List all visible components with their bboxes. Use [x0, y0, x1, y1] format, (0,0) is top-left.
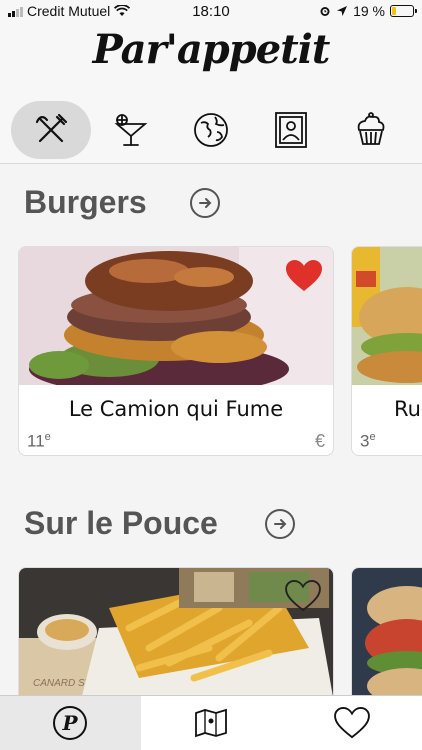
restaurant-price: € — [314, 431, 325, 451]
alarm-icon — [320, 7, 330, 16]
category-desserts[interactable] — [331, 101, 411, 159]
favorite-heart-icon[interactable] — [285, 259, 323, 293]
svg-text:P: P — [62, 711, 79, 735]
restaurant-card[interactable]: Ru 3e — [351, 246, 422, 456]
category-bar[interactable] — [0, 96, 422, 164]
sandwich-photo — [352, 568, 422, 706]
globe-icon — [194, 113, 228, 147]
map-icon — [195, 708, 227, 738]
restaurant-rank: 3e — [360, 431, 376, 451]
burger-photo — [352, 247, 422, 385]
tab-bar: P — [0, 695, 422, 750]
see-all-burgers-button[interactable] — [190, 188, 220, 218]
restaurant-name: Le Camion qui Fume — [68, 397, 284, 421]
tab-favorites[interactable] — [281, 696, 422, 750]
status-right: 19 % — [319, 3, 417, 19]
category-culture[interactable] — [251, 101, 331, 159]
restaurant-name: Ru — [394, 397, 421, 421]
favorite-heart-outline-icon[interactable] — [285, 580, 321, 612]
category-world[interactable] — [171, 101, 251, 159]
arrow-right-icon — [274, 519, 287, 529]
arrow-right-icon — [199, 198, 212, 208]
restaurant-card[interactable]: Le Camion qui Fume 11e € — [18, 246, 334, 456]
category-bars[interactable] — [91, 101, 171, 159]
heart-icon — [333, 707, 370, 739]
cupcake-icon — [357, 112, 385, 145]
battery-icon — [390, 5, 417, 17]
tab-home[interactable]: P — [0, 696, 141, 750]
portrait-frame-icon — [275, 112, 307, 148]
app-header: Par'appetit — [0, 24, 422, 96]
see-all-sur-le-pouce-button[interactable] — [265, 509, 295, 539]
app-logo: Par'appetit — [92, 26, 331, 73]
status-bar: Credit Mutuel 18:10 19 % — [0, 0, 422, 24]
section-title-burgers: Burgers — [24, 184, 147, 220]
restaurant-card[interactable] — [351, 567, 422, 707]
battery-percent: 19 % — [353, 3, 385, 19]
cocktail-icon — [114, 114, 148, 146]
utensils-icon — [35, 113, 68, 143]
parappetit-logo-icon: P — [53, 706, 88, 740]
location-icon — [337, 6, 348, 16]
tab-map[interactable] — [141, 696, 282, 750]
restaurant-card[interactable]: CANARD STREET — [18, 567, 334, 707]
restaurant-rank: 11e — [27, 431, 51, 451]
category-restaurants[interactable] — [11, 101, 91, 159]
section-title-sur-le-pouce: Sur le Pouce — [24, 505, 218, 541]
